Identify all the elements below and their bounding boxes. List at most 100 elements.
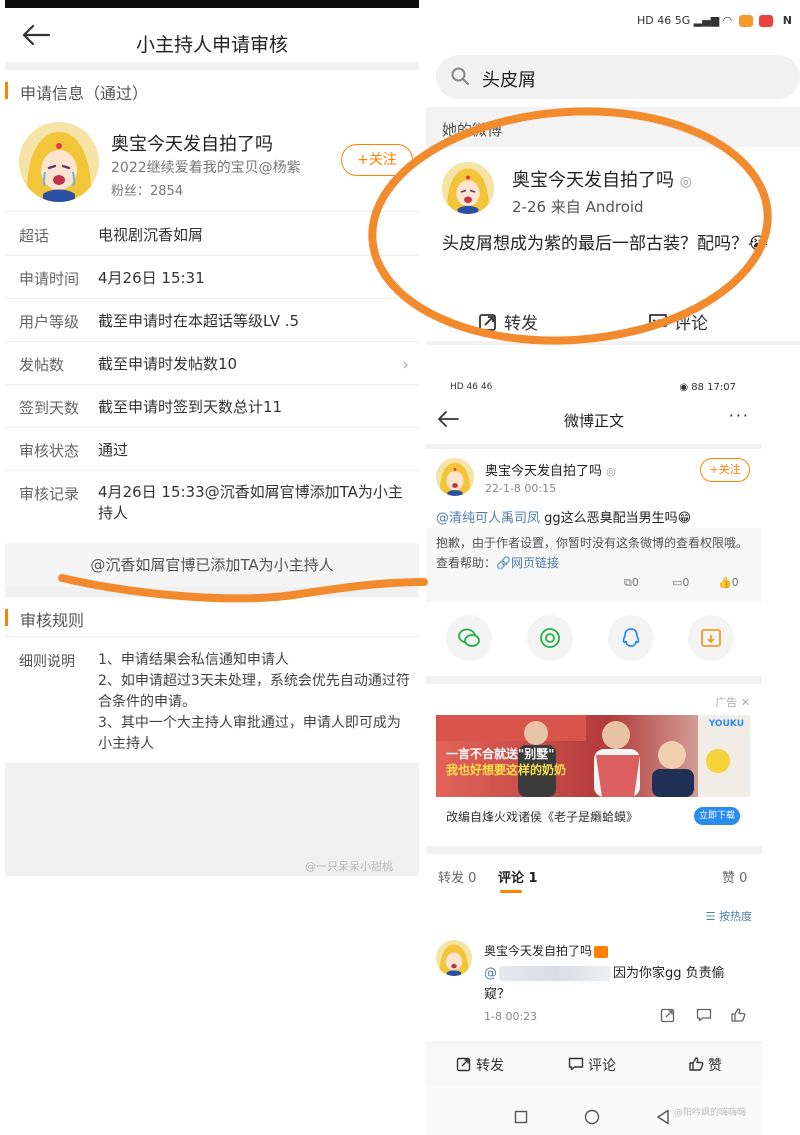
- row-checkin-days: 签到天数 截至申请时签到天数总计11: [5, 385, 419, 428]
- medal-icon: ◎: [679, 174, 692, 190]
- bottom-comment-button[interactable]: 评论: [568, 1055, 616, 1075]
- follow-button[interactable]: +关注: [341, 144, 413, 176]
- section-accent-bar: [5, 609, 8, 626]
- recent-apps-icon[interactable]: [514, 1110, 528, 1124]
- back-triangle-icon[interactable]: [656, 1109, 670, 1125]
- avatar[interactable]: [19, 122, 99, 202]
- weibo-detail-screen: HD 46 46 ◉ 88 17:07 微博正文 ··· 奥宝今天发自拍了吗 ◎…: [426, 372, 762, 1135]
- comment-button[interactable]: 评论: [648, 309, 708, 334]
- row-user-level: 用户等级 截至申请时在本超话等级LV .5: [5, 299, 419, 342]
- row-value: 截至申请时在本超话等级LV .5: [98, 312, 300, 330]
- avatar[interactable]: [436, 940, 472, 976]
- divider: [426, 444, 762, 449]
- post-time: 22-1-8 00:15: [485, 482, 557, 495]
- avatar[interactable]: [436, 458, 474, 496]
- chevron-right-icon[interactable]: ›: [402, 355, 409, 375]
- author-name[interactable]: 奥宝今天发自拍了吗 ◎: [485, 460, 616, 479]
- sailor-moon-avatar-icon: [19, 122, 99, 202]
- applicant-name[interactable]: 奥宝今天发自拍了吗: [111, 130, 273, 156]
- repost-icon[interactable]: [660, 1007, 676, 1023]
- status-bar-left: HD 46 46: [450, 382, 493, 392]
- comment-mention[interactable]: @: [484, 966, 497, 981]
- nfc-icon: N: [782, 14, 792, 27]
- search-query[interactable]: 头皮屑: [482, 66, 536, 92]
- tab-comment[interactable]: 评论 1: [498, 867, 538, 886]
- sort-by-hot[interactable]: ☰ 按热度: [706, 908, 752, 924]
- post-body: gg这么恶臭配当男生吗😁: [540, 511, 692, 526]
- comment-text: @ 因为你家gg 负责偷: [484, 966, 725, 981]
- close-icon[interactable]: ✕: [741, 696, 750, 709]
- share-wechat[interactable]: [446, 615, 492, 661]
- bottom-like-button[interactable]: 赞: [688, 1055, 722, 1075]
- home-icon[interactable]: [584, 1109, 600, 1125]
- tab-like[interactable]: 赞 0: [722, 867, 747, 886]
- mention-link[interactable]: @清纯可人禹司凤: [436, 511, 540, 526]
- row-value: 通过: [98, 441, 129, 459]
- repost-icon: [456, 1057, 471, 1072]
- medal-icon: ◎: [606, 465, 616, 478]
- watermark: @一只呆呆小甜桃: [305, 860, 393, 873]
- tab-repost[interactable]: 转发 0: [438, 867, 476, 886]
- quoted-text: 抱歉，由于作者设置，你暂时没有这条微博的查看权限哦。查看帮助：🔗网页链接: [436, 536, 749, 570]
- search-input[interactable]: 头皮屑: [436, 55, 800, 99]
- app-notify-icon: [759, 15, 774, 27]
- blurred-username: [499, 966, 611, 981]
- like-icon[interactable]: [730, 1007, 746, 1023]
- web-link[interactable]: 🔗网页链接: [496, 556, 559, 570]
- row-key: 用户等级: [19, 313, 80, 331]
- more-icon[interactable]: ···: [729, 406, 750, 425]
- applicant-profile[interactable]: 奥宝今天发自拍了吗 2022继续爱着我的宝贝@杨紫 粉丝：2854 +关注: [5, 108, 419, 212]
- share-qq[interactable]: [608, 615, 654, 661]
- row-key: 审核状态: [19, 442, 80, 460]
- applicant-fans: 粉丝：2854: [111, 184, 184, 199]
- wifi-icon: ◠: [722, 14, 733, 27]
- row-review-status: 审核状态 通过: [5, 428, 419, 471]
- row-post-count[interactable]: 发帖数 截至申请时发帖数10 ›: [5, 342, 419, 385]
- repost-icon: [479, 314, 496, 331]
- ad-caption[interactable]: 改编自烽火戏诸侯《老子是癞蛤蟆》: [446, 808, 638, 825]
- moments-icon: [540, 628, 560, 648]
- share-moments[interactable]: [527, 615, 573, 661]
- ad-download-button[interactable]: 立即下载: [694, 807, 740, 825]
- ad-label[interactable]: 广告 ✕: [715, 694, 750, 710]
- comment-label: 评论: [674, 314, 708, 334]
- added-host-notice: @沉香如屑官博已添加TA为小主持人: [5, 543, 419, 587]
- status-bar-icons: HD 46 5G ▂▄▆ ◠ N: [637, 14, 792, 27]
- follow-button[interactable]: +关注: [700, 458, 750, 482]
- post-meta: 2-26 来自 Android: [512, 198, 644, 216]
- sailor-moon-avatar-icon: [442, 162, 494, 214]
- avatar[interactable]: [442, 162, 494, 214]
- section-apply-info: 申请信息（通过）: [5, 70, 419, 110]
- detail-tabs: 转发 0 评论 1 赞 0: [426, 867, 762, 897]
- comment-text-line2: 窥？: [484, 987, 511, 1002]
- section-rules-title: 审核规则: [20, 611, 85, 630]
- quoted-like-count[interactable]: 👍0: [718, 576, 739, 589]
- row-key: 签到天数: [19, 399, 80, 417]
- commenter-name[interactable]: 奥宝今天发自拍了吗: [484, 942, 609, 959]
- apply-review-screen: 小主持人申请审核 申请信息（通过） 奥宝今天发自拍了吗 2022继续爱着我的宝贝…: [5, 0, 419, 876]
- row-review-record: 审核记录 4月26日 15:33@沉香如屑官博添加TA为小主持人: [5, 471, 419, 543]
- sailor-moon-avatar-icon: [436, 940, 472, 976]
- comment-icon[interactable]: [696, 1007, 712, 1023]
- divider: [5, 62, 419, 70]
- post-text[interactable]: 头皮屑想成为紫的最后一部古装？配吗？😭: [442, 230, 787, 258]
- ad-brand: YOUKU: [708, 719, 744, 729]
- share-save-image[interactable]: [688, 615, 734, 661]
- row-key: 申请时间: [19, 270, 80, 288]
- row-value: 电视剧沉香如屑: [98, 226, 204, 244]
- quoted-repost-count[interactable]: ⧉0: [624, 576, 639, 590]
- ad-banner-image[interactable]: 一言不合就送"别墅" 我也好想要这样的奶奶 YOUKU: [436, 715, 750, 797]
- divider: [426, 676, 762, 684]
- divider: [426, 341, 800, 345]
- sailor-moon-avatar-icon: [436, 458, 474, 496]
- divider: [426, 846, 762, 854]
- sort-icon: ☰: [705, 910, 719, 923]
- repost-button[interactable]: 转发: [478, 309, 538, 334]
- quoted-comment-count[interactable]: ▭0: [672, 576, 689, 589]
- post-author-name[interactable]: 奥宝今天发自拍了吗 ◎: [512, 166, 692, 192]
- divider: [5, 587, 419, 597]
- her-weibo-section: 她的微博: [426, 107, 800, 147]
- like-icon: [689, 1057, 704, 1071]
- bottom-repost-button[interactable]: 转发: [456, 1055, 504, 1075]
- qq-icon: [622, 628, 640, 647]
